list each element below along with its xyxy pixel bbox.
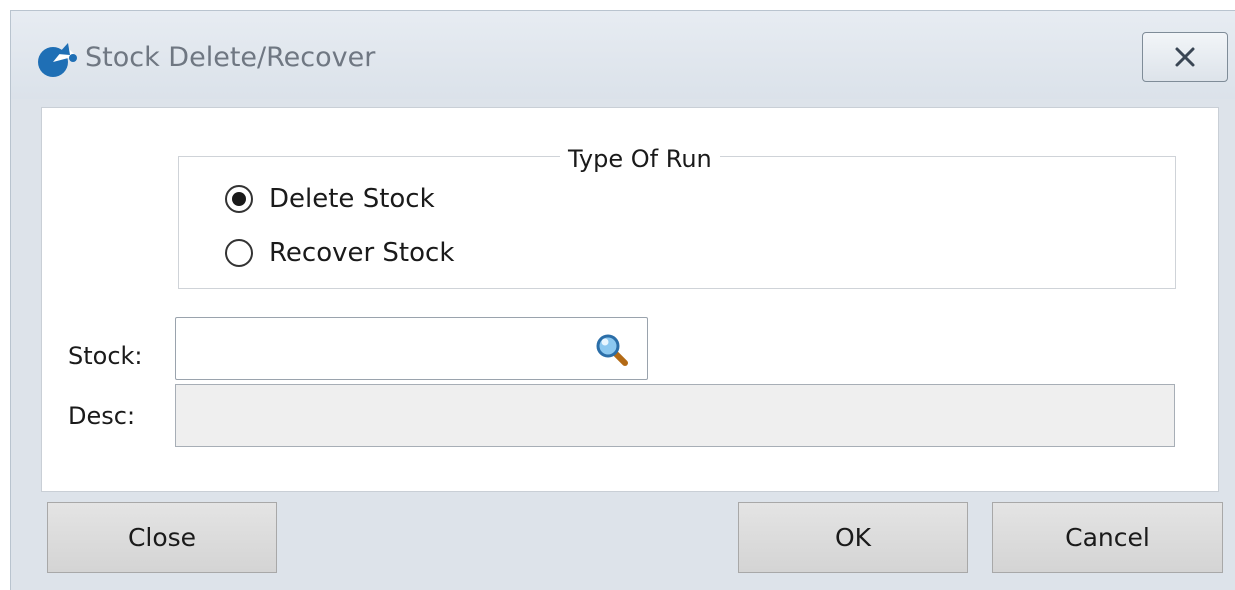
radio-recover-stock-label: Recover Stock <box>269 238 455 268</box>
stock-label: Stock: <box>68 342 143 370</box>
title-bar[interactable]: Stock Delete/Recover <box>11 11 1235 99</box>
search-icon[interactable] <box>594 332 630 368</box>
radio-delete-stock-label: Delete Stock <box>269 184 435 214</box>
radio-delete-stock-control[interactable] <box>225 185 253 213</box>
desc-input <box>176 385 1174 446</box>
content-panel: Type Of Run Delete Stock Recover Stock S… <box>41 107 1219 492</box>
ok-button[interactable]: OK <box>738 502 968 573</box>
cancel-button[interactable]: Cancel <box>992 502 1223 573</box>
stock-field[interactable] <box>175 317 648 380</box>
radio-recover-stock-control[interactable] <box>225 239 253 267</box>
app-logo-icon <box>38 43 77 77</box>
desc-field <box>175 384 1175 447</box>
radio-delete-stock[interactable]: Delete Stock <box>225 183 435 215</box>
window-close-button[interactable] <box>1142 32 1228 82</box>
type-of-run-group: Type Of Run Delete Stock Recover Stock <box>178 145 1176 289</box>
desc-label: Desc: <box>68 402 136 430</box>
close-x-icon <box>1175 47 1195 67</box>
close-button[interactable]: Close <box>47 502 277 573</box>
window-title: Stock Delete/Recover <box>85 42 376 73</box>
radio-recover-stock[interactable]: Recover Stock <box>225 237 454 269</box>
group-legend: Type Of Run <box>560 145 720 173</box>
dialog-window: Stock Delete/Recover Type Of Run Delete … <box>10 10 1235 590</box>
stock-input[interactable] <box>176 318 586 379</box>
